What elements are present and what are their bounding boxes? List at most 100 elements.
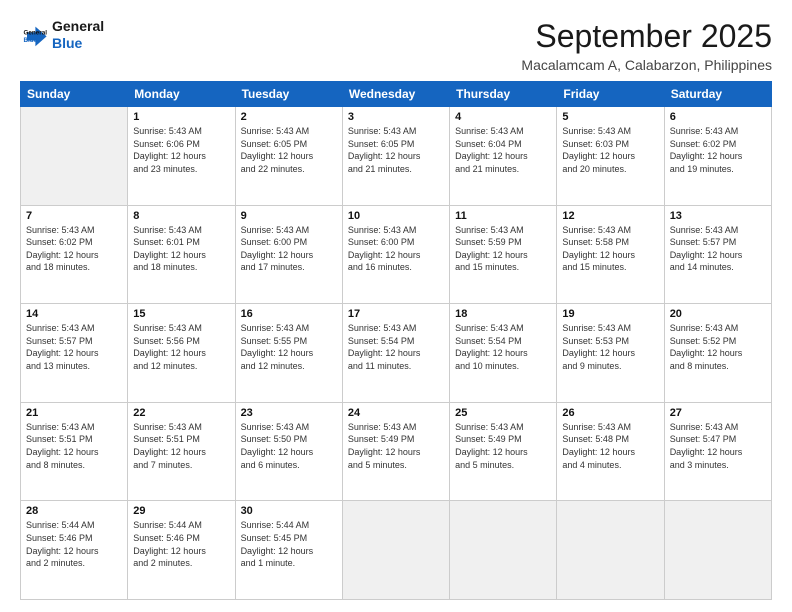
calendar-day: 5Sunrise: 5:43 AMSunset: 6:03 PMDaylight… bbox=[557, 107, 664, 206]
calendar-day: 30 Sunrise: 5:44 AMSunset: 5:45 PMDayligh… bbox=[235, 501, 342, 600]
calendar-week-2: 14 Sunrise: 5:43 AMSunset: 5:57 PMDayligh… bbox=[21, 304, 772, 403]
day-info: Sunrise: 5:43 AMSunset: 6:03 PMDaylight:… bbox=[562, 125, 658, 175]
header-thursday: Thursday bbox=[450, 82, 557, 107]
calendar-day bbox=[557, 501, 664, 600]
calendar-day: 21Sunrise: 5:43 AMSunset: 5:51 PMDayligh… bbox=[21, 402, 128, 501]
day-number: 7 bbox=[26, 210, 122, 222]
calendar-day: 18 Sunrise: 5:43 AMSunset: 5:54 PMDayligh… bbox=[450, 304, 557, 403]
svg-text:General: General bbox=[24, 29, 48, 36]
calendar-header-row: Sunday Monday Tuesday Wednesday Thursday… bbox=[21, 82, 772, 107]
calendar-day: 25Sunrise: 5:43 AMSunset: 5:49 PMDayligh… bbox=[450, 402, 557, 501]
calendar-day: 6 Sunrise: 5:43 AMSunset: 6:02 PMDaylight… bbox=[664, 107, 771, 206]
day-number: 27 bbox=[670, 407, 766, 419]
header-wednesday: Wednesday bbox=[342, 82, 449, 107]
calendar-day: 20 Sunrise: 5:43 AMSunset: 5:52 PMDayligh… bbox=[664, 304, 771, 403]
calendar-day: 29Sunrise: 5:44 AMSunset: 5:46 PMDayligh… bbox=[128, 501, 235, 600]
day-number: 6 bbox=[670, 111, 766, 123]
day-info: Sunrise: 5:43 AMSunset: 6:02 PMDaylight:… bbox=[670, 125, 766, 175]
calendar-day: 2 Sunrise: 5:43 AMSunset: 6:05 PMDaylight… bbox=[235, 107, 342, 206]
day-number: 20 bbox=[670, 308, 766, 320]
calendar-day: 24 Sunrise: 5:43 AMSunset: 5:49 PMDayligh… bbox=[342, 402, 449, 501]
day-info: Sunrise: 5:43 AMSunset: 5:51 PMDaylight:… bbox=[133, 421, 229, 471]
day-info: Sunrise: 5:43 AMSunset: 5:52 PMDaylight:… bbox=[670, 322, 766, 372]
day-info: Sunrise: 5:43 AMSunset: 5:55 PMDaylight:… bbox=[241, 322, 337, 372]
day-info: Sunrise: 5:43 AMSunset: 5:56 PMDaylight:… bbox=[133, 322, 229, 372]
day-info: Sunrise: 5:43 AMSunset: 5:49 PMDaylight:… bbox=[348, 421, 444, 471]
day-number: 8 bbox=[133, 210, 229, 222]
day-number: 2 bbox=[241, 111, 337, 123]
logo-blue: Blue bbox=[52, 35, 104, 52]
calendar-day: 12 Sunrise: 5:43 AMSunset: 5:58 PMDayligh… bbox=[557, 205, 664, 304]
logo-icon: General Blue bbox=[20, 21, 48, 49]
calendar-day: 28Sunrise: 5:44 AMSunset: 5:46 PMDayligh… bbox=[21, 501, 128, 600]
day-info: Sunrise: 5:43 AMSunset: 5:57 PMDaylight:… bbox=[26, 322, 122, 372]
day-number: 29 bbox=[133, 505, 229, 517]
calendar-day: 1Sunrise: 5:43 AMSunset: 6:06 PMDaylight… bbox=[128, 107, 235, 206]
day-info: Sunrise: 5:43 AMSunset: 5:54 PMDaylight:… bbox=[348, 322, 444, 372]
month-title: September 2025 bbox=[521, 18, 772, 55]
calendar-day: 26 Sunrise: 5:43 AMSunset: 5:48 PMDayligh… bbox=[557, 402, 664, 501]
calendar-day: 4Sunrise: 5:43 AMSunset: 6:04 PMDaylight… bbox=[450, 107, 557, 206]
title-block: September 2025 Macalamcam A, Calabarzon,… bbox=[521, 18, 772, 73]
day-number: 19 bbox=[562, 308, 658, 320]
day-number: 24 bbox=[348, 407, 444, 419]
day-info: Sunrise: 5:43 AMSunset: 5:53 PMDaylight:… bbox=[562, 322, 658, 372]
day-number: 26 bbox=[562, 407, 658, 419]
day-number: 28 bbox=[26, 505, 122, 517]
day-info: Sunrise: 5:43 AMSunset: 5:57 PMDaylight:… bbox=[670, 224, 766, 274]
day-info: Sunrise: 5:43 AMSunset: 5:47 PMDaylight:… bbox=[670, 421, 766, 471]
day-number: 12 bbox=[562, 210, 658, 222]
calendar-day: 10Sunrise: 5:43 AMSunset: 6:00 PMDayligh… bbox=[342, 205, 449, 304]
day-number: 30 bbox=[241, 505, 337, 517]
header-saturday: Saturday bbox=[664, 82, 771, 107]
header-sunday: Sunday bbox=[21, 82, 128, 107]
day-info: Sunrise: 5:43 AMSunset: 5:50 PMDaylight:… bbox=[241, 421, 337, 471]
calendar-day bbox=[342, 501, 449, 600]
calendar-table: Sunday Monday Tuesday Wednesday Thursday… bbox=[20, 81, 772, 600]
logo-general: General bbox=[52, 18, 104, 35]
day-number: 17 bbox=[348, 308, 444, 320]
day-number: 21 bbox=[26, 407, 122, 419]
calendar-day bbox=[664, 501, 771, 600]
calendar-day: 7 Sunrise: 5:43 AMSunset: 6:02 PMDaylight… bbox=[21, 205, 128, 304]
day-number: 9 bbox=[241, 210, 337, 222]
day-number: 1 bbox=[133, 111, 229, 123]
header: General Blue General Blue September 2025… bbox=[20, 18, 772, 73]
day-number: 22 bbox=[133, 407, 229, 419]
day-info: Sunrise: 5:43 AMSunset: 5:48 PMDaylight:… bbox=[562, 421, 658, 471]
day-number: 18 bbox=[455, 308, 551, 320]
day-info: Sunrise: 5:44 AMSunset: 5:45 PMDaylight:… bbox=[241, 519, 337, 569]
location: Macalamcam A, Calabarzon, Philippines bbox=[521, 57, 772, 73]
day-number: 25 bbox=[455, 407, 551, 419]
calendar-day: 14 Sunrise: 5:43 AMSunset: 5:57 PMDayligh… bbox=[21, 304, 128, 403]
day-number: 23 bbox=[241, 407, 337, 419]
calendar-day bbox=[450, 501, 557, 600]
calendar-day: 3Sunrise: 5:43 AMSunset: 6:05 PMDaylight… bbox=[342, 107, 449, 206]
day-info: Sunrise: 5:43 AMSunset: 6:01 PMDaylight:… bbox=[133, 224, 229, 274]
day-info: Sunrise: 5:43 AMSunset: 5:58 PMDaylight:… bbox=[562, 224, 658, 274]
day-number: 13 bbox=[670, 210, 766, 222]
header-friday: Friday bbox=[557, 82, 664, 107]
calendar-day: 19 Sunrise: 5:43 AMSunset: 5:53 PMDayligh… bbox=[557, 304, 664, 403]
day-info: Sunrise: 5:43 AMSunset: 6:02 PMDaylight:… bbox=[26, 224, 122, 274]
header-tuesday: Tuesday bbox=[235, 82, 342, 107]
calendar-week-0: 1Sunrise: 5:43 AMSunset: 6:06 PMDaylight… bbox=[21, 107, 772, 206]
calendar-week-4: 28Sunrise: 5:44 AMSunset: 5:46 PMDayligh… bbox=[21, 501, 772, 600]
calendar-day: 13 Sunrise: 5:43 AMSunset: 5:57 PMDayligh… bbox=[664, 205, 771, 304]
day-info: Sunrise: 5:43 AMSunset: 5:54 PMDaylight:… bbox=[455, 322, 551, 372]
day-number: 14 bbox=[26, 308, 122, 320]
day-number: 10 bbox=[348, 210, 444, 222]
calendar-day: 22 Sunrise: 5:43 AMSunset: 5:51 PMDayligh… bbox=[128, 402, 235, 501]
header-monday: Monday bbox=[128, 82, 235, 107]
day-number: 4 bbox=[455, 111, 551, 123]
day-info: Sunrise: 5:43 AMSunset: 6:05 PMDaylight:… bbox=[241, 125, 337, 175]
day-info: Sunrise: 5:43 AMSunset: 6:00 PMDaylight:… bbox=[241, 224, 337, 274]
day-number: 3 bbox=[348, 111, 444, 123]
calendar-day: 16Sunrise: 5:43 AMSunset: 5:55 PMDayligh… bbox=[235, 304, 342, 403]
calendar-day: 15 Sunrise: 5:43 AMSunset: 5:56 PMDayligh… bbox=[128, 304, 235, 403]
calendar-day: 11Sunrise: 5:43 AMSunset: 5:59 PMDayligh… bbox=[450, 205, 557, 304]
svg-text:Blue: Blue bbox=[24, 37, 38, 44]
calendar-day: 17 Sunrise: 5:43 AMSunset: 5:54 PMDayligh… bbox=[342, 304, 449, 403]
day-number: 15 bbox=[133, 308, 229, 320]
calendar-day: 9 Sunrise: 5:43 AMSunset: 6:00 PMDaylight… bbox=[235, 205, 342, 304]
